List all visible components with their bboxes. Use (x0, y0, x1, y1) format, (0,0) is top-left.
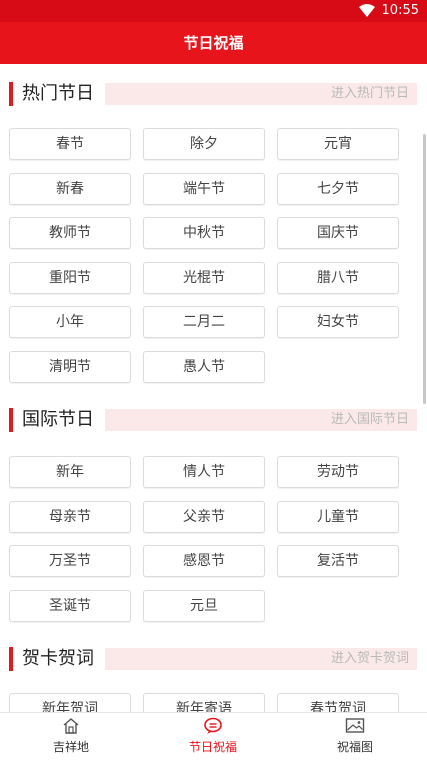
festival-tag[interactable]: 新年贺词 (9, 693, 131, 712)
festival-tag[interactable]: 元宵 (277, 128, 399, 160)
festival-tag[interactable]: 母亲节 (9, 501, 131, 533)
festival-tag[interactable]: 光棍节 (143, 262, 265, 294)
section-accent-bar (9, 647, 13, 671)
status-bar: 10:55 (0, 0, 427, 22)
nav-item-festival-wishes[interactable]: 节日祝福 (142, 713, 284, 760)
festival-tag[interactable]: 感恩节 (143, 545, 265, 577)
house-icon (63, 718, 79, 734)
enter-greeting-cards-link[interactable]: 进入贺卡贺词 (105, 648, 417, 670)
festival-tag[interactable]: 新春 (9, 173, 131, 205)
festival-tag[interactable]: 新年寄语 (143, 693, 265, 712)
section-header-international: 国际节日 进入国际节日 (9, 408, 417, 432)
festival-tag[interactable]: 教师节 (9, 217, 131, 249)
festival-tag[interactable]: 重阳节 (9, 262, 131, 294)
page-title: 节日祝福 (0, 22, 427, 64)
festival-tag[interactable]: 圣诞节 (9, 590, 131, 622)
festival-tag[interactable]: 七夕节 (277, 173, 399, 205)
nav-item-auspicious[interactable]: 吉祥地 (0, 713, 142, 760)
festival-tag[interactable]: 清明节 (9, 351, 131, 383)
nav-label: 吉祥地 (52, 740, 89, 754)
festival-tag[interactable]: 端午节 (143, 173, 265, 205)
nav-label: 节日祝福 (188, 740, 237, 754)
festival-tag[interactable]: 愚人节 (143, 351, 265, 383)
festival-tag[interactable]: 元旦 (143, 590, 265, 622)
nav-label: 祝福图 (336, 740, 373, 754)
bottom-nav: 吉祥地 节日祝福 祝福图 (0, 712, 427, 760)
section-accent-bar (9, 82, 13, 106)
festival-tag[interactable]: 妇女节 (277, 306, 399, 338)
festival-tag[interactable]: 除夕 (143, 128, 265, 160)
festival-tag[interactable]: 春节 (9, 128, 131, 160)
festival-tag[interactable]: 小年 (9, 306, 131, 338)
section-header-hot: 热门节日 进入热门节日 (9, 82, 417, 106)
chat-bubble-icon (204, 717, 222, 734)
section-title: 贺卡贺词 (22, 648, 94, 669)
wifi-icon (359, 4, 375, 17)
enter-hot-festivals-link[interactable]: 进入热门节日 (105, 83, 417, 105)
nav-item-blessing-images[interactable]: 祝福图 (284, 713, 426, 760)
festival-tag[interactable]: 劳动节 (277, 456, 399, 488)
enter-international-festivals-link[interactable]: 进入国际节日 (105, 409, 417, 431)
picture-icon (345, 718, 365, 733)
festival-tag[interactable]: 腊八节 (277, 262, 399, 294)
scrollbar[interactable] (423, 134, 426, 404)
festival-tag[interactable]: 情人节 (143, 456, 265, 488)
festival-tag[interactable]: 国庆节 (277, 217, 399, 249)
festival-tag[interactable]: 新年 (9, 456, 131, 488)
festival-tag[interactable]: 万圣节 (9, 545, 131, 577)
section-header-greetings: 贺卡贺词 进入贺卡贺词 (9, 647, 417, 671)
status-time: 10:55 (381, 3, 419, 18)
content-scroll[interactable]: 热门节日 进入热门节日 春节 除夕 元宵新春 端午节 七夕节教师节 中秋节 国庆节重阳节 光棍… (0, 64, 427, 712)
section-accent-bar (9, 408, 13, 432)
section-title: 热门节日 (22, 83, 94, 104)
section-title: 国际节日 (22, 409, 94, 430)
festival-tag[interactable]: 复活节 (277, 545, 399, 577)
festival-tag[interactable]: 二月二 (143, 306, 265, 338)
festival-tag[interactable]: 春节贺词 (277, 693, 399, 712)
festival-tag[interactable]: 儿童节 (277, 501, 399, 533)
festival-tag[interactable]: 父亲节 (143, 501, 265, 533)
festival-tag[interactable]: 中秋节 (143, 217, 265, 249)
